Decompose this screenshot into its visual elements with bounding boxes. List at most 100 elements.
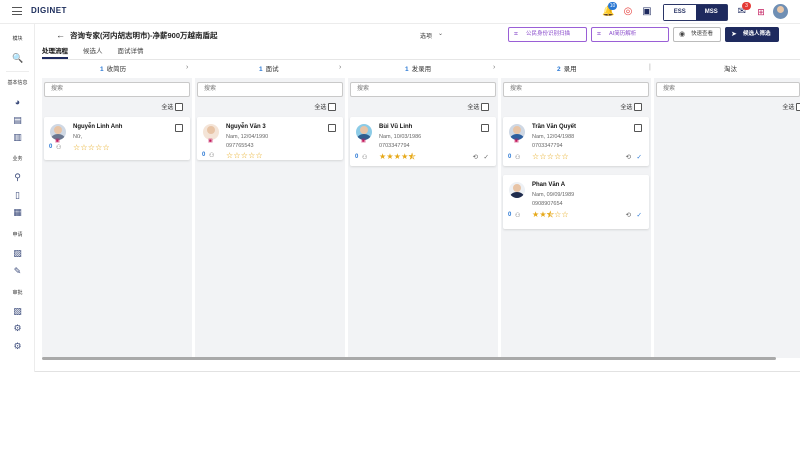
ess-mss-toggle[interactable]: ESS MSS [663, 4, 728, 21]
select-all[interactable]: 全选 [620, 102, 642, 112]
stage-header-3[interactable]: 1 发录用 [405, 63, 431, 77]
menu-icon[interactable] [12, 7, 22, 15]
ess-option[interactable]: ESS [664, 5, 696, 20]
people-icon: ⚇ [362, 155, 368, 161]
stage-header-1[interactable]: 1 收简历 [100, 63, 126, 77]
edit-file-icon[interactable]: ✎ [12, 266, 23, 277]
rating-stars[interactable]: ☆☆☆☆☆ [532, 153, 569, 161]
select-all-checkbox[interactable] [328, 103, 336, 112]
check-icon[interactable]: ✓ [484, 153, 489, 161]
apps-icon[interactable]: ⊞ [755, 6, 767, 18]
target-icon[interactable]: ◎ [622, 6, 634, 18]
ai-resume-label: AI简历解析 [609, 31, 637, 37]
candidate-checkbox[interactable] [481, 124, 489, 132]
rating-stars[interactable]: ☆☆☆☆☆ [73, 144, 110, 152]
rating-stars[interactable]: ☆☆☆☆☆ [226, 152, 263, 160]
file-icon[interactable]: ▯ [12, 190, 23, 201]
stage-count: 2 [557, 66, 561, 73]
select-all-label: 全选 [467, 105, 480, 111]
bell-icon[interactable]: 🔔 10 [602, 2, 617, 18]
check-icon[interactable]: ✓ [637, 153, 642, 161]
user-avatar[interactable] [773, 4, 788, 19]
candidate-card[interactable]: ▣ Bùi Vũ Linh Nam, 10/03/1986 0703347794… [350, 117, 496, 166]
evaluator-count: 0 [508, 154, 512, 160]
report-icon[interactable]: ▥ [12, 132, 23, 143]
kanban-column-4: 搜索 全选 ▣ Trần Văn Quyết Nam, 12/04/1988 0… [501, 78, 651, 358]
search-input[interactable]: 搜索 [503, 82, 649, 97]
sidebar-divider [6, 71, 29, 72]
candidate-card[interactable]: ▣ Nguyễn Linh Anh Nữ, ☆☆☆☆☆ 0 ⚇ [44, 117, 190, 160]
select-all-checkbox[interactable] [175, 103, 183, 112]
select-all-label: 全选 [782, 105, 795, 111]
stage-header-4[interactable]: 2 录用 [557, 63, 577, 77]
candidate-phone: 0908907654 [532, 201, 563, 207]
select-all[interactable]: 全选 [161, 102, 183, 112]
pie-chart-icon[interactable]: ◕ [12, 97, 23, 108]
ai-resume-button[interactable]: ⌗ AI简历解析 [591, 27, 669, 42]
ai-scan-icon: ⌗ [597, 31, 601, 38]
history-icon[interactable]: ⟲ [473, 153, 478, 161]
sidebar-apply-label: 申请 [12, 232, 23, 238]
select-all-checkbox[interactable] [796, 103, 800, 112]
horizontal-scrollbar[interactable] [42, 357, 776, 360]
tab-interview-details[interactable]: 面试详情 [118, 47, 144, 59]
select-all-checkbox[interactable] [481, 103, 489, 112]
rating-stars[interactable]: ★★★★★ [379, 152, 416, 161]
search-input[interactable]: 搜索 [44, 82, 190, 97]
stage-name: 淘汰 [724, 66, 737, 73]
book-icon[interactable]: ▣ [641, 6, 653, 18]
sidebar-business-label: 业务 [12, 156, 23, 162]
people-icon: ⚇ [515, 213, 521, 219]
chat-icon[interactable]: ✉ 3 [736, 2, 751, 18]
search-input[interactable]: 搜索 [350, 82, 496, 97]
candidate-card[interactable]: ▣ Trần Văn Quyết Nam, 12/04/1988 0703347… [503, 117, 649, 166]
sidebar: 模块 🔍 基本信息 ◕ ▤ ▥ 业务 ⚲ ▯ ▦ 申请 ▨ ✎ 审批 ▧ ⚙ ⚙ [0, 24, 35, 372]
candidate-checkbox[interactable] [175, 124, 183, 132]
select-all-label: 全选 [314, 105, 327, 111]
candidate-name: Bùi Vũ Linh [379, 124, 413, 130]
candidate-checkbox[interactable] [634, 124, 642, 132]
select-all[interactable]: 全选 [467, 102, 489, 112]
select-all-checkbox[interactable] [634, 103, 642, 112]
search-input[interactable]: 搜索 [656, 82, 800, 97]
candidate-screening-button[interactable]: ➤ 候选人筛选 [725, 27, 779, 42]
stage-header-2[interactable]: 1 面试 [259, 63, 279, 77]
candidate-card[interactable]: Phan Văn A Nam, 09/09/1989 0908907654 ★★… [503, 175, 649, 229]
history-icon[interactable]: ⟲ [626, 153, 631, 161]
options-select[interactable]: 选项 ⌄ [420, 31, 443, 40]
select-all[interactable]: 全选 [314, 102, 336, 112]
send-icon: ➤ [731, 31, 737, 38]
select-all[interactable]: 全选 [782, 102, 800, 112]
tab-process[interactable]: 处理流程 [42, 47, 68, 59]
approve-file-icon[interactable]: ▧ [12, 306, 23, 317]
file-list-icon[interactable]: ▦ [12, 207, 23, 218]
search-input[interactable]: 搜索 [197, 82, 343, 97]
back-arrow-icon[interactable]: ← [56, 30, 65, 40]
candidate-checkbox[interactable] [328, 124, 336, 132]
rating-stars[interactable]: ★★★☆☆ [532, 210, 569, 219]
mss-option[interactable]: MSS [695, 5, 727, 20]
workflow-icon[interactable]: ⚙ [12, 323, 23, 334]
candidate-card[interactable]: ▣ Nguyễn Văn 3 Nam, 12/04/1990 097765543… [197, 117, 343, 160]
candidate-avatar [509, 182, 525, 198]
stage-header-5[interactable]: 淘汰 [721, 63, 737, 77]
check-icon[interactable]: ✓ [637, 211, 642, 219]
search-person-icon[interactable]: ⚲ [12, 172, 23, 183]
candidate-screening-label: 候选人筛选 [743, 31, 771, 37]
document-icon[interactable]: ▤ [12, 115, 23, 126]
search-icon[interactable]: 🔍 [12, 53, 23, 64]
candidate-phone: 097765543 [226, 143, 254, 149]
candidate-name: Phan Văn A [532, 182, 566, 188]
tab-candidates[interactable]: 候选人 [83, 47, 103, 59]
settings-icon[interactable]: ⚙ [12, 341, 23, 352]
id-scan-button[interactable]: ⌗ 公民身份识别扫描 [508, 27, 587, 42]
candidate-gender-dob: Nam, 10/03/1986 [379, 134, 422, 140]
notification-badge: 10 [608, 2, 617, 10]
history-icon[interactable]: ⟲ [626, 211, 631, 219]
id-scan-label: 公民身份识别扫描 [526, 31, 571, 37]
stage-name: 发录用 [411, 66, 432, 73]
evaluator-count: 0 [355, 154, 359, 160]
form-icon[interactable]: ▨ [12, 248, 23, 259]
stage-count: 1 [259, 66, 263, 73]
quick-view-button[interactable]: ◉ 快速查看 [673, 27, 721, 42]
